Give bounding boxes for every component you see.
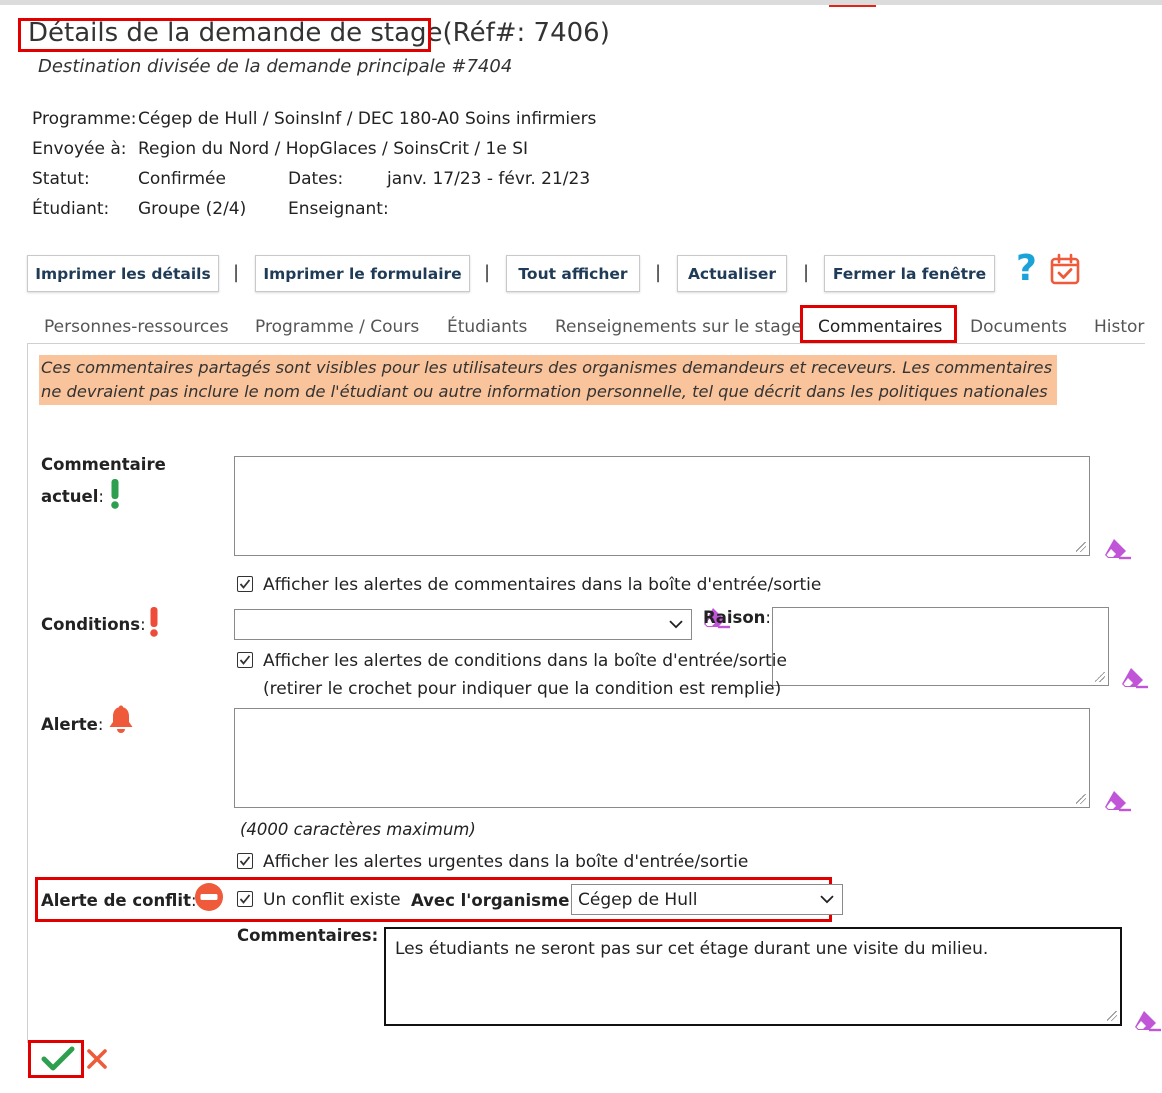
close-icon[interactable] xyxy=(86,1048,108,1070)
tab-placement-info[interactable]: Renseignements sur le stage xyxy=(555,317,802,337)
checkmark-icon xyxy=(239,655,251,665)
conflict-comments-textarea[interactable]: Les étudiants ne seront pas sur cet étag… xyxy=(384,927,1122,1026)
current-comment-textarea[interactable] xyxy=(234,456,1090,556)
conflict-comments-label: Commentaires: xyxy=(237,926,379,945)
max-characters-hint: (4000 caractères maximum) xyxy=(240,820,476,839)
tab-contacts[interactable]: Personnes-ressources xyxy=(44,317,229,337)
privacy-notice: Ces commentaires partagés sont visibles … xyxy=(39,355,1057,405)
conditions-label-text: Conditions xyxy=(41,615,141,634)
tab-students[interactable]: Étudiants xyxy=(447,317,527,337)
exclamation-red-icon xyxy=(150,607,158,637)
reason-label: Raison: xyxy=(703,608,771,627)
tab-program-course[interactable]: Programme / Cours xyxy=(255,317,419,337)
sent-to-label: Envoyée à: xyxy=(32,139,127,159)
conditions-alert-checkbox[interactable] xyxy=(237,652,253,668)
eraser-icon[interactable] xyxy=(1102,788,1132,814)
calendar-check-icon[interactable] xyxy=(1050,253,1080,285)
alert-label: Alerte: xyxy=(41,715,103,734)
status-label: Statut: xyxy=(32,169,90,189)
close-window-button[interactable]: Fermer la fenêtre xyxy=(824,255,995,292)
programme-value: Cégep de Hull / SoinsInf / DEC 180-A0 So… xyxy=(138,109,597,129)
tab-history[interactable]: Histor xyxy=(1094,317,1144,337)
reference-number: (Réf#: 7406) xyxy=(442,18,610,48)
resize-handle[interactable] xyxy=(1076,542,1086,552)
toolbar-separator: | xyxy=(803,262,810,283)
alert-textarea[interactable] xyxy=(234,708,1090,808)
conditions-select[interactable] xyxy=(234,609,692,640)
conflict-exists-checkbox-label: Un conflit existe xyxy=(263,890,401,910)
page-subtitle: Destination divisée de la demande princi… xyxy=(38,56,513,77)
status-value: Confirmée xyxy=(138,169,226,189)
eraser-icon[interactable] xyxy=(1119,665,1149,691)
panel-border xyxy=(27,343,28,1043)
chevron-down-icon xyxy=(820,894,834,903)
conflict-alert-label: Alerte de conflit: xyxy=(41,891,197,910)
programme-label: Programme: xyxy=(32,109,137,129)
no-entry-icon xyxy=(195,883,223,911)
student-value: Groupe (2/4) xyxy=(138,199,247,219)
checkmark-icon xyxy=(239,894,251,904)
current-comment-label-line2: actuel: xyxy=(41,487,104,506)
question-icon[interactable]: ? xyxy=(1016,248,1037,289)
resize-handle[interactable] xyxy=(1095,672,1105,682)
toolbar-separator: | xyxy=(484,262,491,283)
teacher-label: Enseignant: xyxy=(288,199,389,219)
urgent-alert-checkbox-label: Afficher les alertes urgentes dans la bo… xyxy=(263,852,749,872)
dates-value: janv. 17/23 - févr. 21/23 xyxy=(387,169,591,189)
exclamation-green-icon xyxy=(111,479,119,509)
alert-label-text: Alerte xyxy=(41,715,98,734)
urgent-alert-checkbox[interactable] xyxy=(237,853,253,869)
check-icon[interactable] xyxy=(41,1046,75,1072)
reason-label-text: Raison xyxy=(703,608,766,627)
toolbar-separator: | xyxy=(655,262,662,283)
eraser-icon[interactable] xyxy=(1102,536,1132,562)
page-title: Détails de la demande de stage(Réf#: 740… xyxy=(28,18,610,48)
refresh-button[interactable]: Actualiser xyxy=(677,255,787,292)
organization-select-value: Cégep de Hull xyxy=(578,889,698,910)
label-colon: : xyxy=(140,615,146,634)
sent-to-value: Region du Nord / HopGlaces / SoinsCrit /… xyxy=(138,139,529,159)
label-colon: : xyxy=(765,608,771,627)
label-colon: : xyxy=(98,487,104,506)
conditions-label: Conditions: xyxy=(41,615,146,634)
bell-icon xyxy=(109,705,133,733)
dates-label: Dates: xyxy=(288,169,344,189)
checkmark-icon xyxy=(239,579,251,589)
page-title-text: Détails de la demande de stage xyxy=(28,18,443,48)
tabs-divider xyxy=(27,343,1145,344)
resize-handle[interactable] xyxy=(1076,794,1086,804)
label-colon: : xyxy=(97,715,104,734)
conditions-alert-checkbox-label: Afficher les alertes de conditions dans … xyxy=(263,651,787,671)
resize-handle[interactable] xyxy=(1107,1011,1117,1021)
comment-alert-checkbox[interactable] xyxy=(237,576,253,592)
current-comment-label-line1: Commentaire xyxy=(41,455,166,474)
print-details-button[interactable]: Imprimer les détails xyxy=(27,255,219,292)
organization-select[interactable]: Cégep de Hull xyxy=(571,884,843,915)
reason-textarea[interactable] xyxy=(772,607,1109,686)
conflict-alert-label-text: Alerte de conflit xyxy=(41,891,191,910)
current-comment-label-text: actuel xyxy=(41,487,99,506)
show-all-button[interactable]: Tout afficher xyxy=(506,255,640,292)
conflict-comments-text: Les étudiants ne seront pas sur cet étag… xyxy=(395,939,989,959)
print-form-button[interactable]: Imprimer le formulaire xyxy=(255,255,470,292)
toolbar-separator: | xyxy=(233,262,240,283)
chevron-down-icon xyxy=(669,619,683,628)
window-top-accent xyxy=(829,5,876,7)
with-organization-label: Avec l'organisme: xyxy=(411,891,576,910)
comment-alert-checkbox-label: Afficher les alertes de commentaires dan… xyxy=(263,575,822,595)
tab-comments[interactable]: Commentaires xyxy=(818,317,942,337)
checkmark-icon xyxy=(239,856,251,866)
eraser-icon[interactable] xyxy=(1132,1008,1162,1034)
conditions-hint: (retirer le crochet pour indiquer que la… xyxy=(263,679,782,699)
conflict-exists-checkbox[interactable] xyxy=(237,891,253,907)
student-label: Étudiant: xyxy=(32,199,110,219)
tab-documents[interactable]: Documents xyxy=(970,317,1067,337)
window-top-border xyxy=(0,0,1162,5)
